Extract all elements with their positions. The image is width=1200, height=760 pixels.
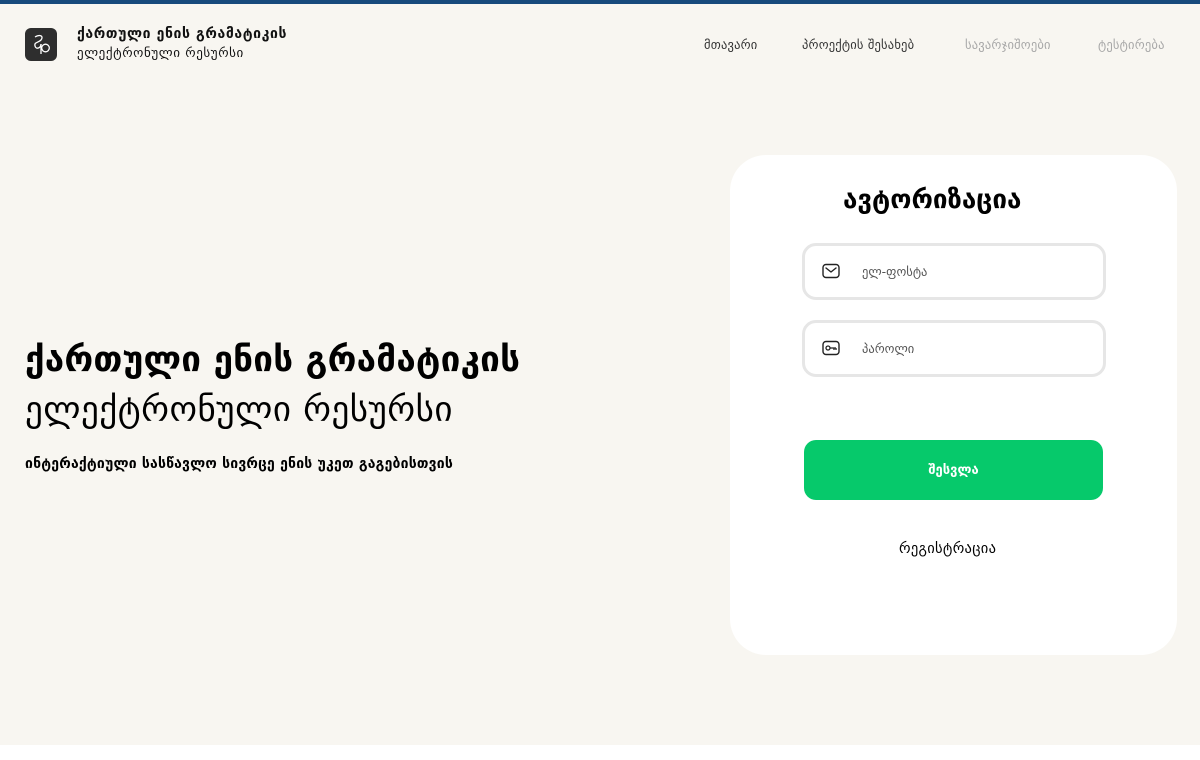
password-field[interactable]: [802, 320, 1106, 377]
password-input[interactable]: [862, 323, 1092, 374]
login-button[interactable]: შესვლა: [804, 440, 1103, 500]
main-nav: მთავარი პროექტის შესახებ სავარჯიშოები ტე…: [0, 37, 1200, 55]
hero-title: ქართული ენის გრამატიკის: [25, 340, 521, 380]
envelope-icon: [822, 263, 840, 279]
nav-item-exercises[interactable]: სავარჯიშოები: [965, 37, 1051, 52]
nav-item-about-project[interactable]: პროექტის შესახებ: [802, 37, 914, 52]
login-card: [730, 155, 1177, 655]
hero-subtitle: ელექტრონული რესურსი: [25, 390, 454, 430]
email-input[interactable]: [862, 246, 1092, 297]
email-field[interactable]: [802, 243, 1106, 300]
login-title: ავტორიზაცია: [843, 185, 1022, 215]
nav-item-home[interactable]: მთავარი: [704, 37, 757, 52]
nav-item-testing[interactable]: ტესტირება: [1098, 37, 1165, 52]
key-icon: [822, 340, 840, 356]
register-link[interactable]: რეგისტრაცია: [899, 541, 996, 557]
hero-description: ინტერაქტიული სასწავლო სივრცე ენის უკეთ გ…: [25, 456, 454, 472]
top-accent-line: [0, 0, 1200, 4]
